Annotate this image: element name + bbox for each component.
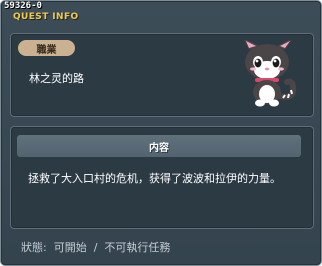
- quest-info-window: 59326-0 QUEST INFO 職業 林之灵的路 内容 拯救了大入口村的危…: [0, 0, 322, 266]
- quest-name: 林之灵的路: [29, 72, 84, 85]
- cat-npc-icon: [244, 40, 297, 107]
- job-label-badge: 職業: [18, 40, 75, 56]
- quest-status: 狀態: 可開始 / 不可執行任務: [21, 241, 171, 254]
- quest-id: 59326-0: [4, 1, 42, 11]
- quest-description: 拯救了大入口村的危机，获得了波波和拉伊的力量。: [28, 172, 281, 185]
- content-header: 内容: [17, 135, 301, 157]
- window-title: QUEST INFO: [13, 12, 79, 22]
